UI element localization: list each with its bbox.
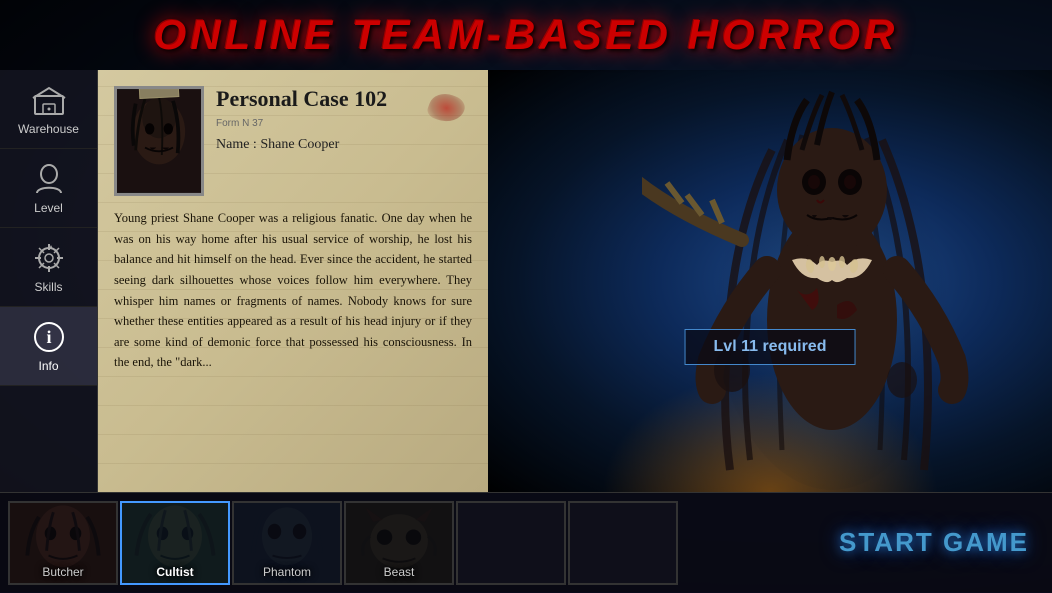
warehouse-icon — [31, 82, 67, 118]
form-number: Form N 37 — [216, 118, 472, 129]
page-title: ONLINE TEAM-BASED HORROR — [154, 11, 899, 59]
case-panel-inner: Personal Case 102 Form N 37 Name : Shane… — [114, 86, 472, 373]
char-btn-phantom[interactable]: Phantom — [232, 501, 342, 585]
skills-icon — [31, 240, 67, 276]
sidebar-item-warehouse[interactable]: Warehouse — [0, 70, 97, 149]
header: ONLINE TEAM-BASED HORROR — [0, 0, 1052, 70]
character-area: Lvl 11 required — [488, 70, 1052, 492]
start-game-label: START GAME — [839, 527, 1029, 558]
char-btn-cultist[interactable]: Cultist — [120, 501, 230, 585]
sidebar: Warehouse Level — [0, 70, 98, 492]
start-game-button[interactable]: START GAME — [824, 501, 1044, 585]
sidebar-skills-label: Skills — [34, 280, 62, 294]
case-panel: Personal Case 102 Form N 37 Name : Shane… — [98, 70, 488, 492]
char-btn-butcher[interactable]: Butcher — [8, 501, 118, 585]
char-btn-5[interactable] — [456, 501, 566, 585]
level-required-text: Lvl 11 required — [714, 338, 827, 355]
main-content: Personal Case 102 Form N 37 Name : Shane… — [98, 70, 1052, 492]
case-description: Young priest Shane Cooper was a religiou… — [114, 208, 472, 373]
svg-text:i: i — [46, 327, 51, 347]
case-name: Name : Shane Cooper — [216, 137, 472, 153]
sidebar-item-skills[interactable]: Skills — [0, 228, 97, 307]
beast-label: Beast — [384, 565, 415, 579]
sidebar-item-level[interactable]: Level — [0, 149, 97, 228]
sidebar-item-info[interactable]: i Info — [0, 307, 97, 386]
cultist-label: Cultist — [156, 565, 193, 579]
case-photo — [114, 86, 204, 196]
bottom-bar: Butcher Cultist — [0, 492, 1052, 592]
butcher-label: Butcher — [42, 565, 83, 579]
monster-art — [642, 70, 1022, 492]
character-select: Butcher Cultist — [0, 493, 824, 593]
case-header: Personal Case 102 Form N 37 Name : Shane… — [114, 86, 472, 196]
char-btn-beast[interactable]: Beast — [344, 501, 454, 585]
info-icon: i — [31, 319, 67, 355]
photo-tape — [139, 86, 180, 99]
char-btn-6[interactable] — [568, 501, 678, 585]
level-icon — [31, 161, 67, 197]
sidebar-warehouse-label: Warehouse — [18, 122, 79, 136]
level-required-badge: Lvl 11 required — [685, 329, 856, 365]
sidebar-info-label: Info — [38, 359, 58, 373]
sidebar-level-label: Level — [34, 201, 63, 215]
phantom-label: Phantom — [263, 565, 311, 579]
